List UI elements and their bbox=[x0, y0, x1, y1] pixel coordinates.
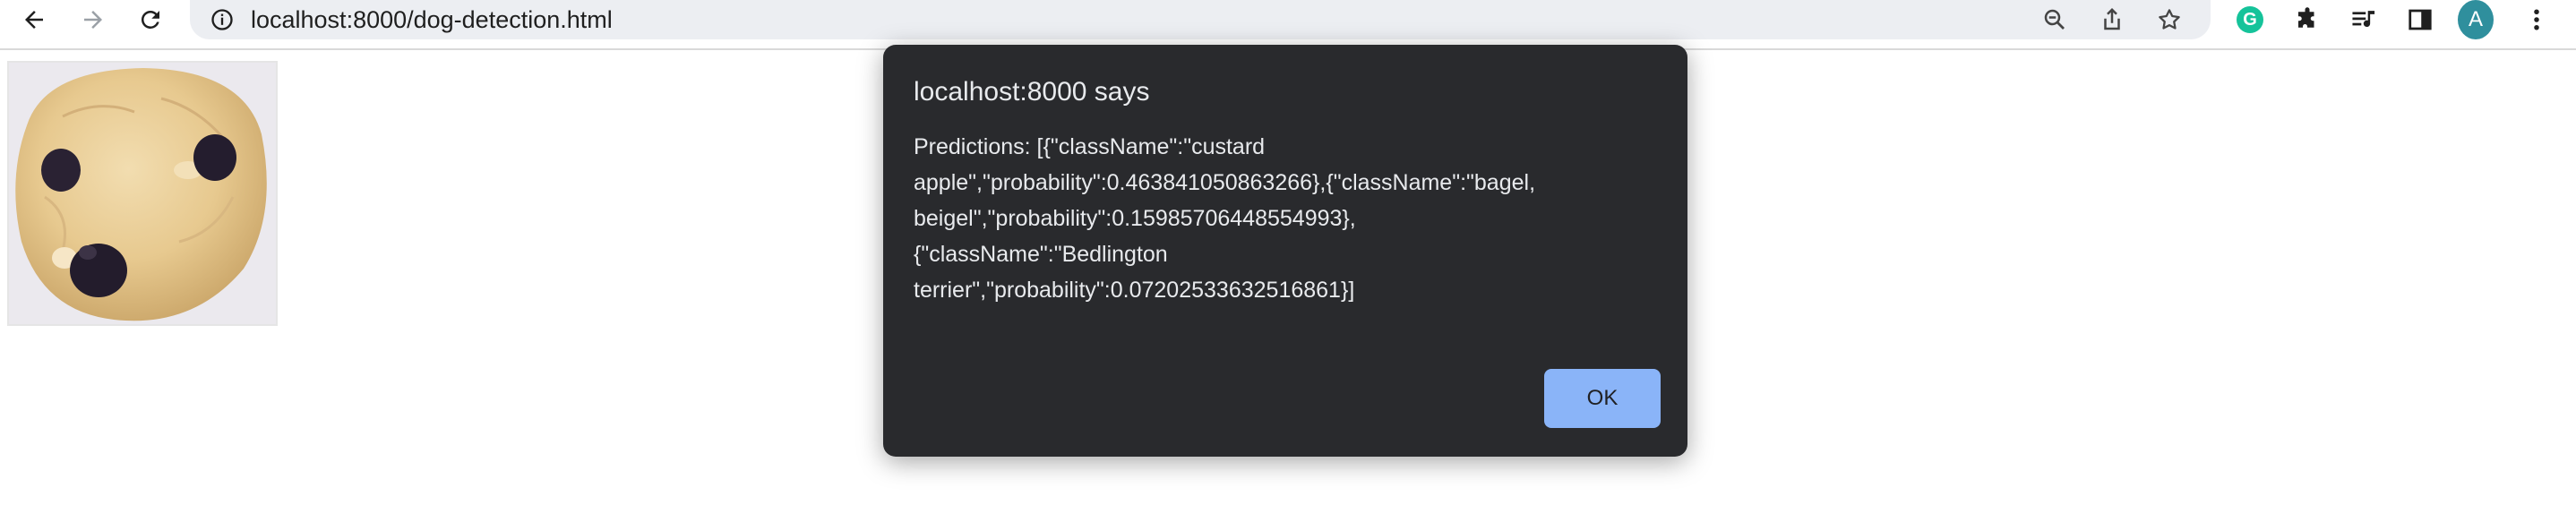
puzzle-extensions-icon[interactable] bbox=[2289, 2, 2325, 38]
forward-arrow-icon[interactable] bbox=[73, 2, 113, 38]
site-info-icon[interactable] bbox=[208, 5, 236, 34]
bookmark-star-icon[interactable] bbox=[2153, 4, 2185, 36]
browser-toolbar: localhost:8000/dog-detection.html G A bbox=[0, 0, 2576, 50]
back-arrow-icon[interactable] bbox=[14, 2, 54, 38]
dialog-title: localhost:8000 says bbox=[914, 77, 1150, 107]
zoom-out-icon[interactable] bbox=[2039, 4, 2071, 36]
share-icon[interactable] bbox=[2096, 4, 2128, 36]
alert-dialog: localhost:8000 says Predictions: [{"clas… bbox=[883, 45, 1687, 457]
grammarly-extension-icon[interactable]: G bbox=[2232, 2, 2268, 38]
message-line: beigel","probability":0.1598570644855499… bbox=[914, 206, 1356, 231]
dialog-message: Predictions: [{"className":"custard appl… bbox=[914, 129, 1648, 308]
profile-avatar[interactable]: A bbox=[2458, 0, 2494, 39]
message-line: {"className":"Bedlington bbox=[914, 242, 1168, 267]
message-line: apple","probability":0.463841050863266},… bbox=[914, 170, 1536, 195]
message-line: Predictions: [{"className":"custard bbox=[914, 134, 1266, 159]
kebab-menu-icon[interactable] bbox=[2519, 2, 2555, 38]
side-panel-icon[interactable] bbox=[2402, 2, 2438, 38]
address-bar[interactable]: localhost:8000/dog-detection.html bbox=[190, 0, 2211, 39]
reload-icon[interactable] bbox=[131, 2, 170, 38]
grammarly-letter: G bbox=[2237, 6, 2263, 33]
message-line: terrier","probability":0.072025336325168… bbox=[914, 278, 1355, 303]
url-text[interactable]: localhost:8000/dog-detection.html bbox=[251, 4, 613, 36]
muffin-photo bbox=[7, 61, 278, 326]
ok-button[interactable]: OK bbox=[1544, 369, 1661, 428]
media-controls-icon[interactable] bbox=[2347, 2, 2383, 38]
avatar-initial: A bbox=[2458, 0, 2494, 39]
